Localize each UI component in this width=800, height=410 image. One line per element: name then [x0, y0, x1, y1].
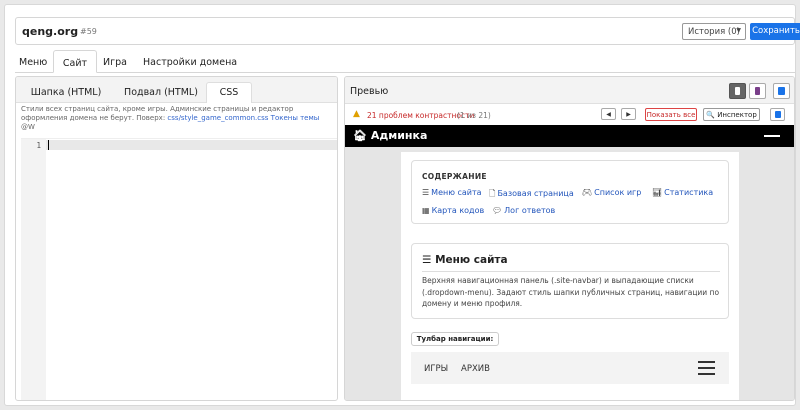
tab-site[interactable]: Сайт: [53, 50, 97, 73]
tab-domain-settings[interactable]: Настройки домена: [143, 50, 237, 73]
mobile-view-button[interactable]: [729, 83, 746, 99]
site-menu-title: ☰ Меню сайта: [422, 254, 508, 266]
show-all-button[interactable]: Показать все: [645, 108, 697, 121]
phone-icon: [735, 87, 740, 95]
text-cursor: [48, 140, 49, 150]
preview-header: Превью: [345, 77, 794, 104]
site-navbar-sample: ИГРЫ АРХИВ: [411, 352, 729, 384]
toc-link-answer-log[interactable]: 💬︎ Лог ответов: [492, 206, 555, 215]
admin-navbar: 🏠︎ Админка: [345, 125, 794, 147]
prev-issue-button[interactable]: ◀: [601, 108, 616, 120]
line-number: 1: [36, 141, 41, 150]
line-gutter: 1: [21, 139, 46, 400]
site-id: #59: [80, 27, 97, 36]
preview-viewport: 🏠︎ Админка СОДЕРЖАНИЕ ☰ Меню сайта 🗋 Базов…: [345, 125, 794, 400]
contrast-toolbar: ▲ 21 проблем контрастности (1 из 21) ◀ ▶…: [345, 105, 794, 124]
hamburger-icon[interactable]: [764, 135, 780, 137]
grid-icon: ▦: [422, 206, 430, 215]
device-icon: [775, 111, 781, 118]
toc-link-code-map[interactable]: ▦ Карта кодов: [422, 206, 484, 215]
toc-link-base-page[interactable]: 🗋 Базовая страница: [489, 188, 574, 202]
toc-link-statistics[interactable]: 📊︎ Статистика: [652, 188, 713, 197]
code-editor-panel: Шапка (HTML) Подвал (HTML) CSS Стили все…: [15, 76, 338, 401]
list-icon: ☰: [422, 254, 432, 266]
search-icon: 🔍: [706, 111, 715, 119]
site-menu-description: Верхняя навигационная панель (.site-navb…: [422, 276, 720, 308]
tablet-view-button[interactable]: [749, 83, 766, 99]
desktop-view-button[interactable]: [773, 83, 790, 99]
history-label: История (0): [688, 27, 740, 37]
contrast-counter: (1 из 21): [457, 111, 491, 120]
editor-tabs: Шапка (HTML) Подвал (HTML) CSS: [16, 77, 337, 103]
divider: [422, 271, 720, 272]
active-line: [46, 140, 337, 150]
toc-link-site-menu[interactable]: ☰ Меню сайта: [422, 188, 482, 197]
caret-down-icon: ▼: [736, 27, 741, 34]
next-issue-button[interactable]: ▶: [621, 108, 636, 120]
preview-content: СОДЕРЖАНИЕ ☰ Меню сайта 🗋 Базовая страница…: [401, 152, 739, 400]
site-menu-card: ☰ Меню сайта Верхняя навигационная панел…: [411, 243, 729, 319]
list-icon: ☰: [422, 188, 430, 197]
toc-card: СОДЕРЖАНИЕ ☰ Меню сайта 🗋 Базовая страница…: [411, 160, 729, 224]
chat-icon: 💬︎: [492, 206, 503, 215]
editor-hint: Стили всех страниц сайта, кроме игры. Ад…: [21, 105, 333, 132]
tab-header-html[interactable]: Шапка (HTML): [26, 83, 106, 103]
css-editor[interactable]: 1: [21, 138, 337, 400]
theme-tokens-link[interactable]: Токены темы: [271, 114, 320, 122]
history-dropdown[interactable]: История (0) ▼: [682, 23, 746, 40]
admin-brand-label: Админка: [370, 129, 428, 142]
tablet-icon: [755, 87, 760, 95]
site-title: qeng.org: [22, 25, 79, 38]
admin-brand[interactable]: 🏠︎ Админка: [353, 129, 427, 142]
warning-icon: ▲: [353, 109, 360, 119]
preview-panel: Превью ▲ 21 проблем контрастности (1 из …: [344, 76, 795, 401]
nav-item-archive[interactable]: АРХИВ: [461, 364, 490, 374]
save-button[interactable]: Сохранить: [750, 23, 800, 40]
toc-title: СОДЕРЖАНИЕ: [422, 172, 487, 181]
tab-footer-html[interactable]: Подвал (HTML): [116, 83, 206, 103]
preview-title: Превью: [350, 86, 389, 97]
hamburger-icon[interactable]: [698, 361, 715, 375]
tab-menu[interactable]: Меню: [19, 50, 47, 73]
gamepad-icon: 🎮︎: [582, 188, 593, 197]
inspector-button[interactable]: 🔍 Инспектор: [703, 108, 760, 121]
desktop-icon: [778, 87, 785, 95]
tab-game[interactable]: Игра: [103, 50, 127, 73]
toc-link-games-list[interactable]: 🎮︎ Список игр: [582, 188, 641, 197]
chart-icon: 📊︎: [652, 188, 663, 197]
main-tabs: Меню Сайт Игра Настройки домена: [15, 50, 795, 73]
app-frame: qeng.org #59 История (0) ▼ Сохранить Мен…: [4, 4, 800, 406]
site-header-bar: qeng.org #59 История (0) ▼ Сохранить: [15, 17, 800, 45]
nav-item-games[interactable]: ИГРЫ: [424, 364, 448, 374]
document-icon: 🗋: [489, 189, 496, 198]
inspector-label: Инспектор: [717, 111, 757, 119]
nav-toolbar-badge: Тулбар навигации:: [411, 332, 499, 346]
tokens-icon: @W: [21, 123, 35, 131]
device-toggle-button[interactable]: [770, 108, 785, 121]
hint-css-link[interactable]: css/style_game_common.css: [167, 114, 268, 122]
tab-css[interactable]: CSS: [206, 82, 252, 103]
home-icon: 🏠︎: [353, 129, 367, 142]
